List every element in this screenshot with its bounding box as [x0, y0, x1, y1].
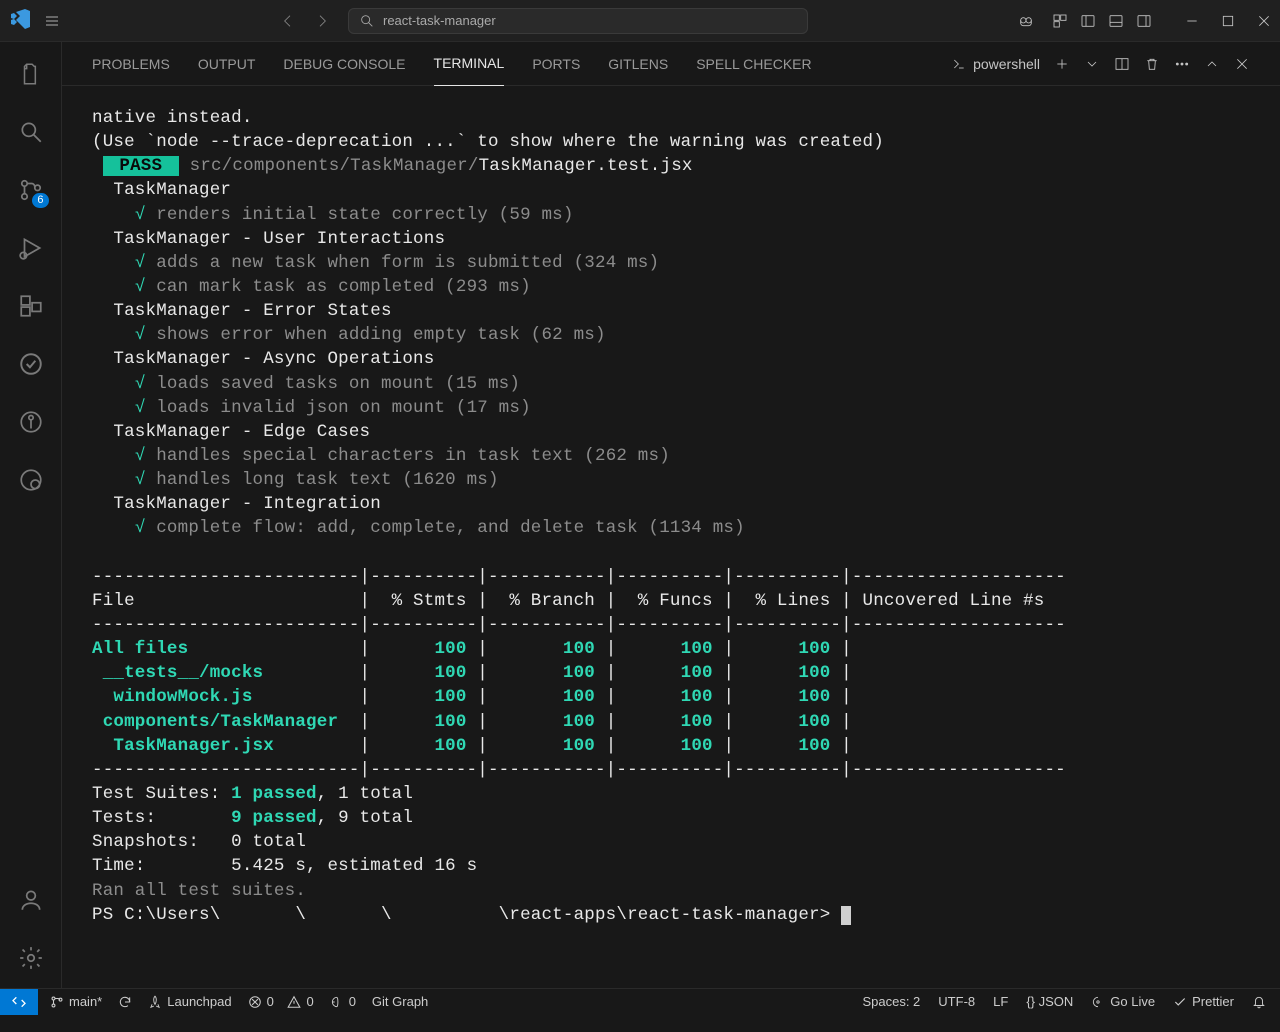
search-icon — [359, 13, 375, 29]
search-text: react-task-manager — [383, 13, 496, 28]
tab-spell-checker[interactable]: SPELL CHECKER — [696, 42, 811, 86]
nav-back-icon[interactable] — [280, 13, 296, 29]
layout-customize-icon[interactable] — [1052, 13, 1068, 29]
titlebar: react-task-manager — [0, 0, 1280, 42]
tab-debug-console[interactable]: DEBUG CONSOLE — [283, 42, 405, 86]
status-bar: main* Launchpad 0 0 0 Git Graph Spaces: … — [0, 988, 1280, 1014]
terminal-output[interactable]: native instead. (Use `node --trace-depre… — [62, 86, 1280, 988]
terminal-icon — [951, 56, 967, 72]
minimize-icon[interactable] — [1184, 13, 1200, 29]
close-icon[interactable] — [1256, 13, 1272, 29]
tab-problems[interactable]: PROBLEMS — [92, 42, 170, 86]
status-language[interactable]: {} JSON — [1026, 994, 1073, 1009]
menu-icon[interactable] — [40, 9, 64, 33]
status-launchpad[interactable]: Launchpad — [148, 994, 231, 1009]
extensions-tab[interactable] — [7, 282, 55, 330]
vscode-logo-icon — [8, 7, 32, 34]
status-branch[interactable]: main* — [50, 994, 102, 1009]
status-eol[interactable]: LF — [993, 994, 1008, 1009]
status-bell-icon[interactable] — [1252, 995, 1266, 1009]
status-spaces[interactable]: Spaces: 2 — [862, 994, 920, 1009]
kill-terminal-icon[interactable] — [1144, 56, 1160, 72]
panel-bottom-icon[interactable] — [1108, 13, 1124, 29]
tab-gitlens[interactable]: GITLENS — [608, 42, 668, 86]
copilot-icon[interactable] — [1018, 13, 1034, 29]
panel-tabs: PROBLEMS OUTPUT DEBUG CONSOLE TERMINAL P… — [62, 42, 1280, 86]
command-center[interactable]: react-task-manager — [348, 8, 808, 34]
tab-ports[interactable]: PORTS — [532, 42, 580, 86]
new-terminal-icon[interactable] — [1054, 56, 1070, 72]
split-terminal-icon[interactable] — [1114, 56, 1130, 72]
status-problems[interactable]: 0 0 — [248, 994, 314, 1009]
explorer-tab[interactable] — [7, 50, 55, 98]
terminal-profile[interactable]: powershell — [951, 56, 1040, 72]
tab-output[interactable]: OUTPUT — [198, 42, 256, 86]
search-tab[interactable] — [7, 108, 55, 156]
status-golive[interactable]: Go Live — [1091, 994, 1155, 1009]
maximize-panel-icon[interactable] — [1204, 56, 1220, 72]
remote-indicator[interactable] — [0, 989, 38, 1015]
nav-forward-icon[interactable] — [314, 13, 330, 29]
gitlens-tab[interactable] — [7, 398, 55, 446]
source-control-tab[interactable]: 6 — [7, 166, 55, 214]
status-sync[interactable] — [118, 995, 132, 1009]
status-ports[interactable]: 0 — [330, 994, 356, 1009]
panel-left-icon[interactable] — [1080, 13, 1096, 29]
chevron-down-icon[interactable] — [1084, 56, 1100, 72]
status-prettier[interactable]: Prettier — [1173, 994, 1234, 1009]
tab-terminal[interactable]: TERMINAL — [434, 42, 505, 86]
panel: PROBLEMS OUTPUT DEBUG CONSOLE TERMINAL P… — [62, 42, 1280, 988]
activity-bar: 6 — [0, 42, 62, 988]
panel-right-icon[interactable] — [1136, 13, 1152, 29]
settings-icon[interactable] — [7, 934, 55, 982]
more-icon[interactable] — [1174, 56, 1190, 72]
maximize-icon[interactable] — [1220, 13, 1236, 29]
status-gitgraph[interactable]: Git Graph — [372, 994, 428, 1009]
close-panel-icon[interactable] — [1234, 56, 1250, 72]
status-encoding[interactable]: UTF-8 — [938, 994, 975, 1009]
run-debug-tab[interactable] — [7, 224, 55, 272]
test-tab[interactable] — [7, 340, 55, 388]
scm-badge: 6 — [32, 193, 48, 208]
remote-tab[interactable] — [7, 456, 55, 504]
accounts-icon[interactable] — [7, 876, 55, 924]
